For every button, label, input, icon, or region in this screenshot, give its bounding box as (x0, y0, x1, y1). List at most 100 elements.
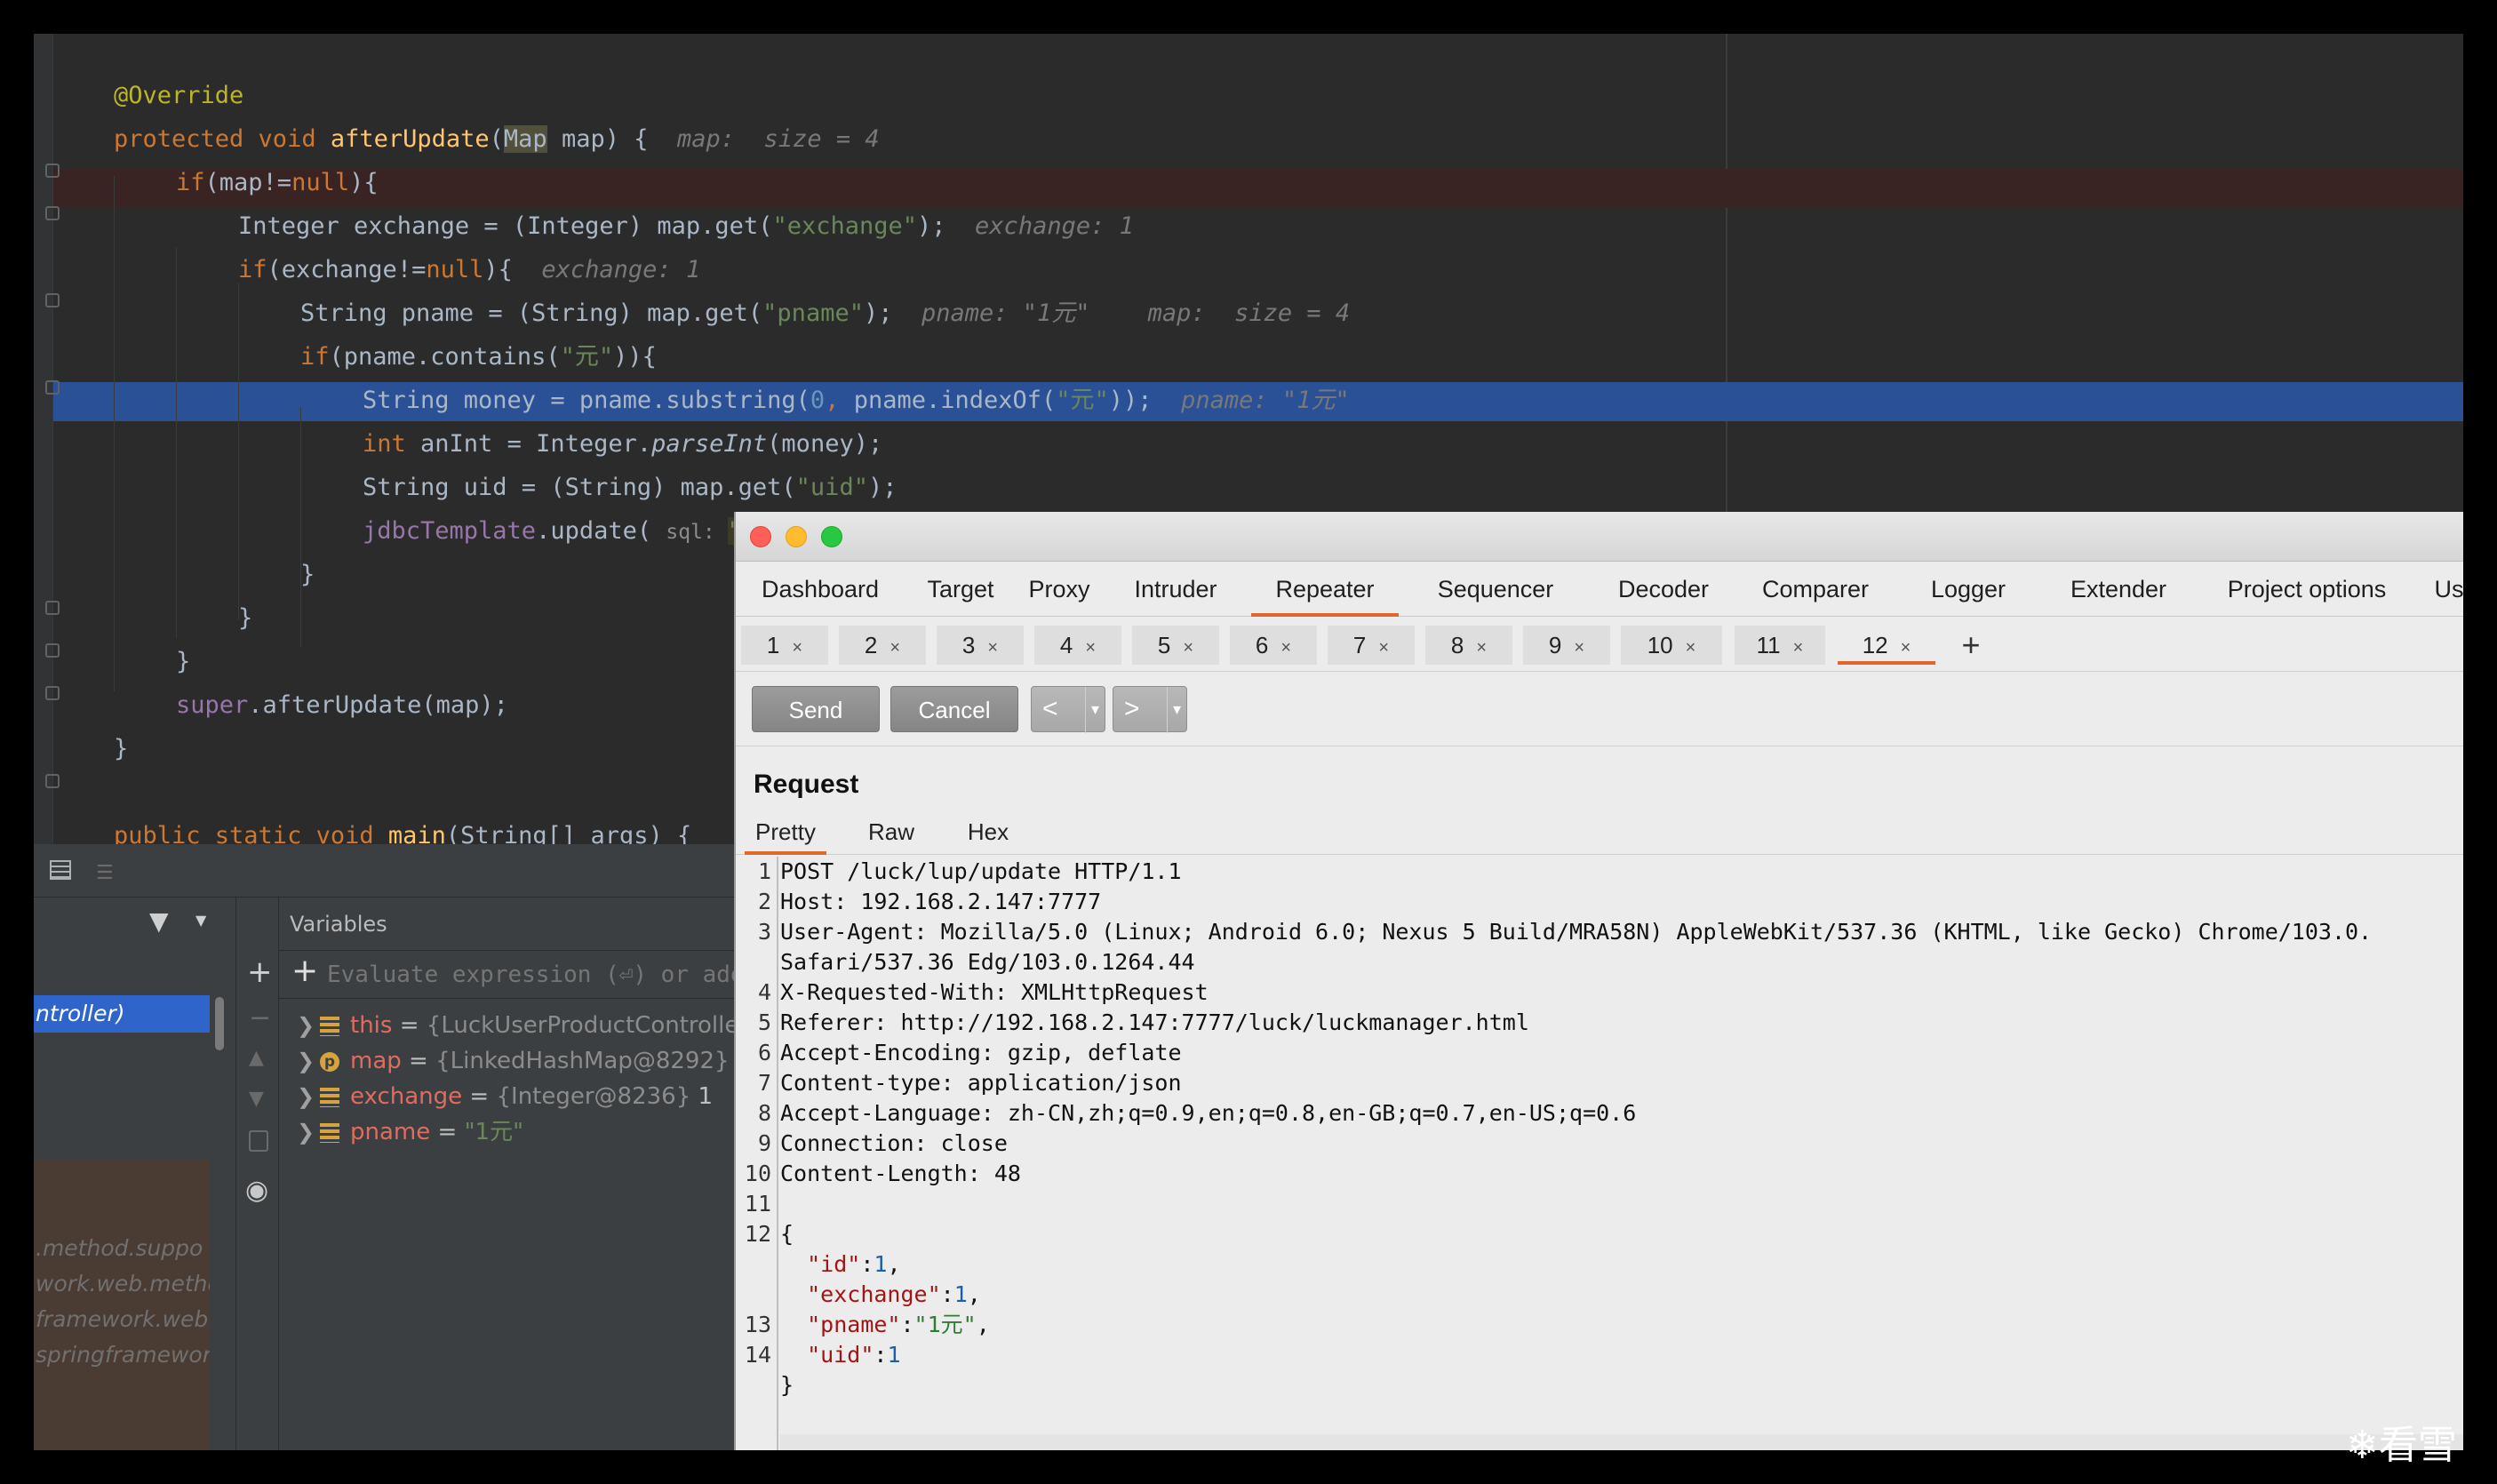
close-tab-icon[interactable]: × (1793, 638, 1804, 658)
fold-marker-icon[interactable] (45, 380, 60, 395)
watch-eye-icon[interactable]: ◉ (245, 1175, 268, 1206)
fold-marker-icon[interactable] (45, 206, 60, 220)
move-up-icon[interactable]: ▲ (249, 1047, 264, 1069)
move-down-icon[interactable]: ▼ (249, 1088, 264, 1110)
tab-target[interactable]: Target (910, 562, 1011, 617)
stack-frame-item[interactable]: .method.suppo (34, 1231, 210, 1266)
repeater-tab-12[interactable]: 12 × (1838, 626, 1935, 665)
tab-decoder[interactable]: Decoder (1594, 562, 1733, 617)
window-titlebar[interactable] (736, 512, 2463, 562)
code-token: (String[] args) { (445, 822, 692, 844)
chevron-right-icon[interactable]: ❯ (297, 1114, 320, 1150)
minimize-window-button[interactable] (786, 526, 807, 547)
chevron-right-icon[interactable]: ❯ (297, 1043, 320, 1079)
send-button[interactable]: Send (752, 686, 880, 732)
tab-proxy[interactable]: Proxy (1017, 562, 1102, 617)
close-tab-icon[interactable]: × (1574, 638, 1584, 658)
close-window-button[interactable] (750, 526, 771, 547)
tab-sequencer[interactable]: Sequencer (1420, 562, 1571, 617)
table-view-icon[interactable] (50, 860, 71, 880)
close-tab-icon[interactable]: × (1280, 638, 1291, 658)
chevron-down-icon[interactable]: ▼ (195, 912, 206, 929)
request-line: 14 "uid":1 (736, 1340, 2463, 1370)
close-tab-icon[interactable]: × (1901, 638, 1911, 658)
close-tab-icon[interactable]: × (1686, 638, 1696, 658)
cancel-button[interactable]: Cancel (890, 686, 1018, 732)
repeater-tab-9[interactable]: 9 × (1523, 626, 1610, 665)
chevron-right-icon[interactable]: ❯ (297, 1008, 320, 1043)
close-tab-icon[interactable]: × (1183, 638, 1193, 658)
fold-marker-icon[interactable] (45, 686, 60, 700)
repeater-tab-7[interactable]: 7 × (1328, 626, 1415, 665)
tab-intruder[interactable]: Intruder (1120, 562, 1232, 617)
chevron-left-icon: < (1042, 694, 1058, 723)
code-token: null (426, 256, 484, 283)
fold-marker-icon[interactable] (45, 774, 60, 788)
code-token: jdbcTemplate (363, 517, 537, 545)
chevron-down-icon[interactable]: ▾ (1166, 687, 1181, 733)
repeater-tab-8[interactable]: 8 × (1425, 626, 1512, 665)
tab-repeater[interactable]: Repeater (1251, 562, 1399, 617)
line-text: User-Agent: Mozilla/5.0 (Linux; Android … (780, 917, 2372, 947)
chevron-right-icon[interactable]: ❯ (297, 1079, 320, 1114)
request-editor[interactable]: 1 POST /luck/lup/update HTTP/1.1 2 Host: 19… (736, 857, 2463, 1450)
fold-marker-icon[interactable] (45, 293, 60, 307)
editor-gutter[interactable] (34, 34, 53, 844)
repeater-tab-10[interactable]: 10 × (1621, 626, 1722, 665)
line-text: "uid":1 (780, 1340, 900, 1370)
variable-row[interactable]: ❯ exchange = {Integer@8236} 1 (297, 1079, 713, 1114)
repeater-tab-3[interactable]: 3 × (937, 626, 1024, 665)
variable-row[interactable]: ❯pmap = {LinkedHashMap@8292} si (297, 1043, 755, 1079)
close-tab-icon[interactable]: × (1378, 638, 1389, 658)
repeater-tab-11[interactable]: 11 × (1735, 626, 1825, 665)
tab-raw[interactable]: Raw (853, 809, 929, 855)
fold-marker-icon[interactable] (45, 164, 60, 178)
add-icon[interactable]: + (247, 954, 273, 990)
tab-project-options[interactable]: Project options (2206, 562, 2408, 617)
stack-frame-item[interactable]: springframewor (34, 1337, 210, 1373)
code-token: } (300, 561, 315, 588)
add-tab-icon[interactable]: + (1951, 626, 1990, 665)
fold-marker-icon[interactable] (45, 601, 60, 615)
tab-user[interactable]: User (2424, 562, 2463, 617)
close-tab-icon[interactable]: × (987, 638, 998, 658)
code-token: 0 (810, 387, 826, 414)
tab-comparer[interactable]: Comparer (1742, 562, 1889, 617)
repeater-tab-2[interactable]: 2 × (839, 626, 926, 665)
tab-dashboard[interactable]: Dashboard (746, 562, 894, 617)
repeater-tab-1[interactable]: 1 × (741, 626, 828, 665)
fold-marker-icon[interactable] (45, 643, 60, 658)
copy-icon[interactable] (249, 1130, 268, 1152)
close-tab-icon[interactable]: × (1476, 638, 1487, 658)
maximize-window-button[interactable] (821, 526, 842, 547)
history-back-button[interactable]: < ▾ (1031, 686, 1105, 733)
layout-settings-icon[interactable]: ☰ (96, 862, 114, 884)
tab-extender[interactable]: Extender (2047, 562, 2190, 617)
frames-scrollbar[interactable] (215, 997, 224, 1050)
selected-stack-frame[interactable]: ntroller) (34, 995, 210, 1033)
close-tab-icon[interactable]: × (792, 638, 802, 658)
stack-frame-item[interactable]: framework.web (34, 1302, 210, 1337)
close-tab-icon[interactable]: × (1085, 638, 1096, 658)
code-token: ); (867, 474, 897, 501)
remove-icon[interactable]: − (249, 1002, 271, 1033)
code-token: super (176, 691, 249, 719)
filter-icon[interactable]: ▼ (149, 906, 169, 936)
history-forward-button[interactable]: > ▾ (1113, 686, 1187, 733)
repeater-tab-5[interactable]: 5 × (1132, 626, 1219, 665)
variable-row[interactable]: ❯ this = {LuckUserProductController (297, 1008, 748, 1043)
variable-row[interactable]: ❯ pname = "1元" (297, 1114, 523, 1150)
tab-logger[interactable]: Logger (1905, 562, 2031, 617)
close-tab-icon[interactable]: × (890, 638, 900, 658)
repeater-tab-6[interactable]: 6 × (1230, 626, 1317, 665)
chevron-down-icon[interactable]: ▾ (1084, 687, 1099, 733)
line-number: 9 (757, 1130, 771, 1156)
tab-hex[interactable]: Hex (954, 809, 1022, 855)
indent-guide (176, 247, 177, 638)
code-token: @Override (114, 82, 244, 109)
add-watch-icon[interactable]: + (291, 953, 318, 989)
tab-pretty[interactable]: Pretty (745, 809, 826, 855)
line-text: Content-type: application/json (780, 1068, 1182, 1098)
stack-frame-item[interactable]: work.web.methc (34, 1266, 210, 1302)
repeater-tab-4[interactable]: 4 × (1034, 626, 1121, 665)
